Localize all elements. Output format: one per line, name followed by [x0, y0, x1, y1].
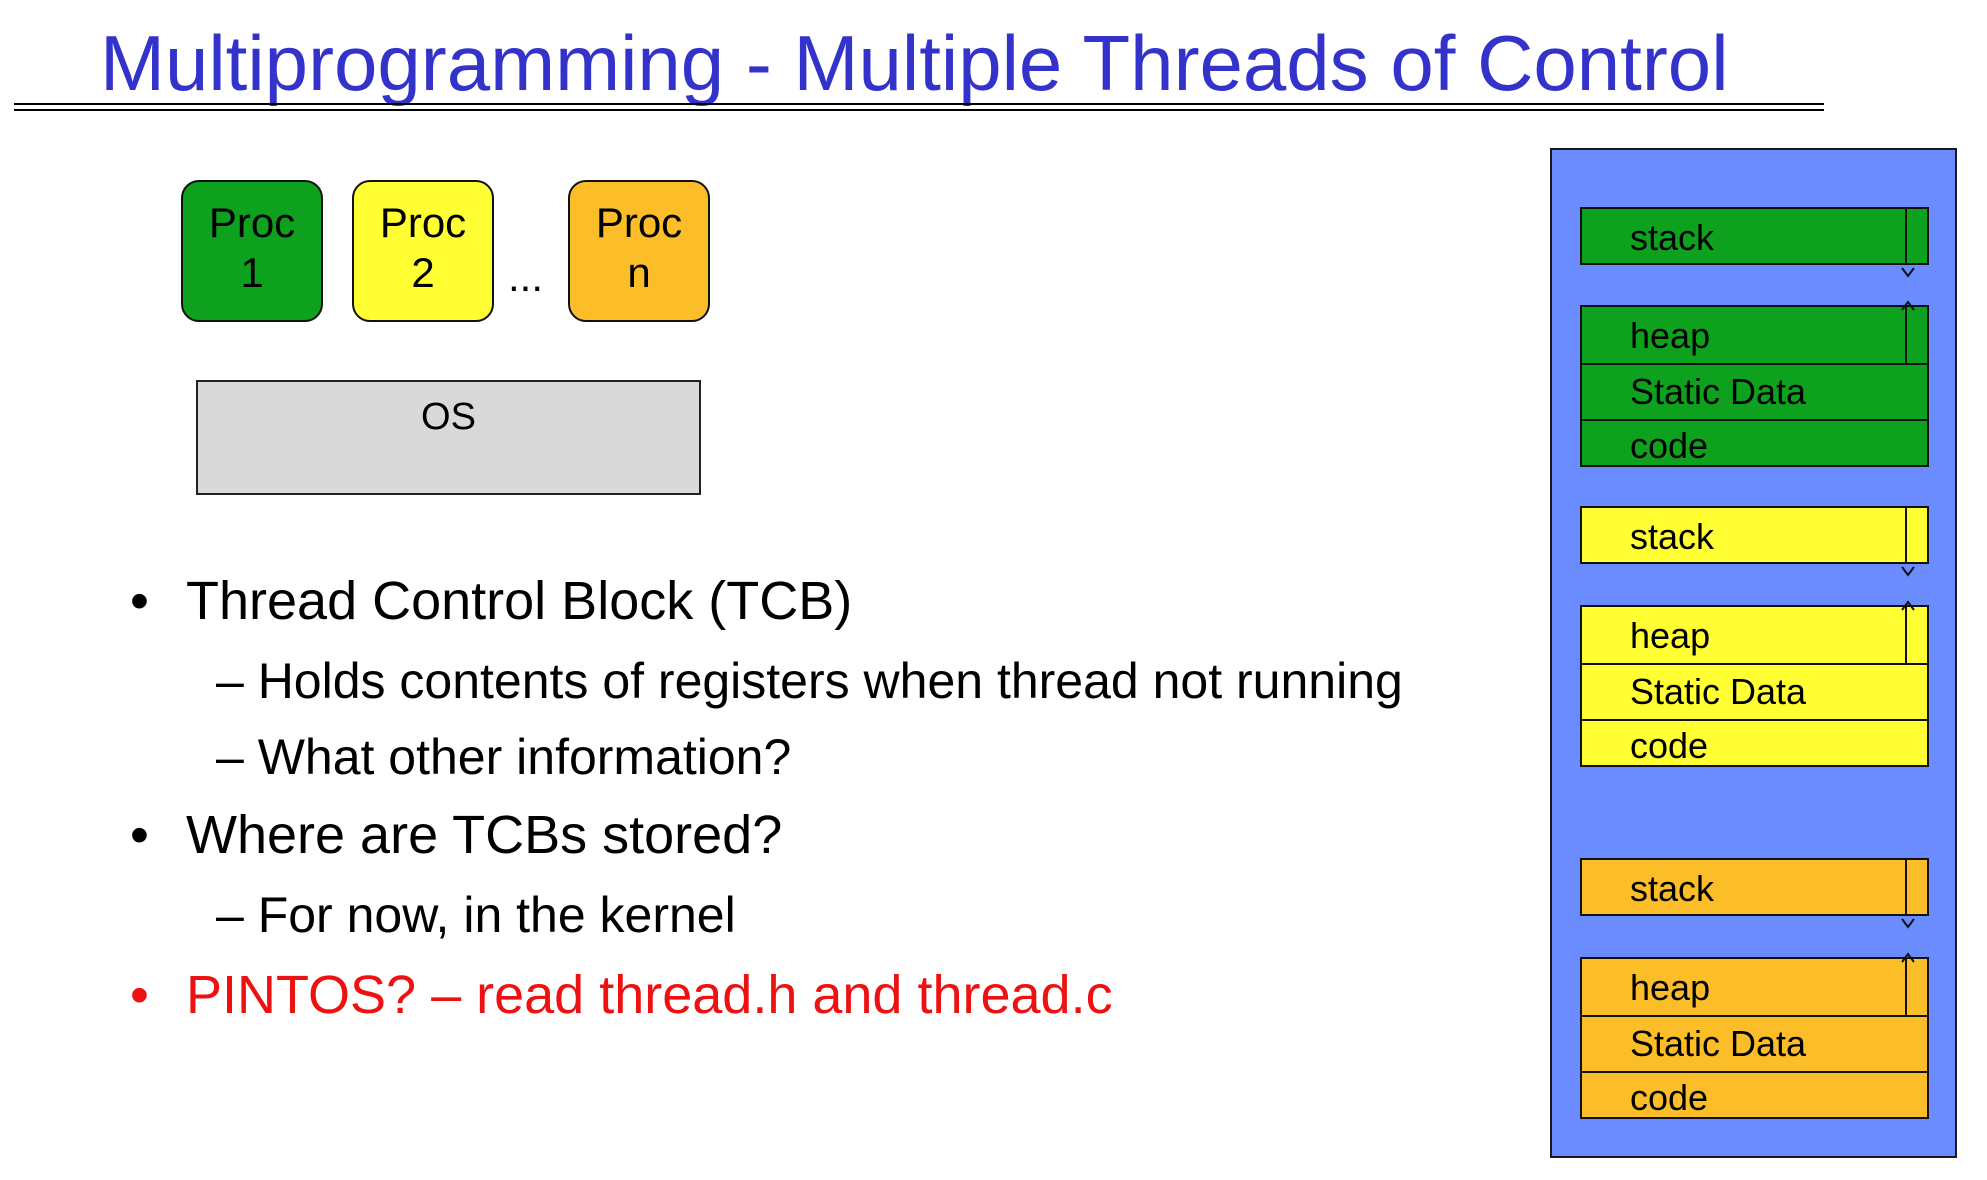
stack-growth-arrow	[1905, 860, 1907, 914]
proc-n-label: Proc	[595, 199, 683, 246]
stack-growth-arrow	[1905, 508, 1907, 562]
title-rule-top	[14, 103, 1824, 105]
arrow-down-icon	[1901, 267, 1915, 278]
segment-divider	[1582, 1071, 1927, 1073]
os-box: OS	[196, 380, 701, 495]
proc-2-label: Proc	[379, 199, 467, 246]
segment-divider	[1582, 663, 1927, 665]
segment-divider	[1582, 363, 1927, 365]
page-title: Multiprogramming - Multiple Threads of C…	[100, 19, 1729, 107]
heap-growth-arrow	[1905, 959, 1907, 1015]
proc-n-number: n	[627, 249, 651, 296]
arrow-down-icon	[1901, 566, 1915, 577]
proc-1-label: Proc	[208, 199, 296, 246]
proc-ellipsis: ...	[508, 253, 544, 300]
stack-growth-arrow	[1905, 209, 1907, 263]
heap-growth-arrow	[1905, 307, 1907, 363]
heap-static-code-2: heap Static Data code	[1580, 605, 1929, 767]
stack-segment-1: stack	[1580, 207, 1929, 265]
segment-divider	[1582, 1015, 1927, 1017]
proc-1-box: Proc 1	[181, 180, 323, 322]
stack-segment-3: stack	[1580, 858, 1929, 916]
heap-static-code-1: heap Static Data code	[1580, 305, 1929, 467]
proc-2-number: 2	[411, 249, 435, 296]
segment-divider	[1582, 419, 1927, 421]
proc-n-box: Proc n	[568, 180, 710, 322]
segment-divider	[1582, 719, 1927, 721]
os-label: OS	[421, 396, 476, 438]
proc-1-number: 1	[240, 249, 264, 296]
stack-segment-2: stack	[1580, 506, 1929, 564]
arrow-down-icon	[1901, 918, 1915, 929]
heap-static-code-3: heap Static Data code	[1580, 957, 1929, 1119]
proc-2-box: Proc 2	[352, 180, 494, 322]
title-rule-bottom	[14, 109, 1824, 111]
heap-growth-arrow	[1905, 607, 1907, 663]
address-space-panel: stack heap Static Data code stack heap S…	[1550, 148, 1957, 1158]
